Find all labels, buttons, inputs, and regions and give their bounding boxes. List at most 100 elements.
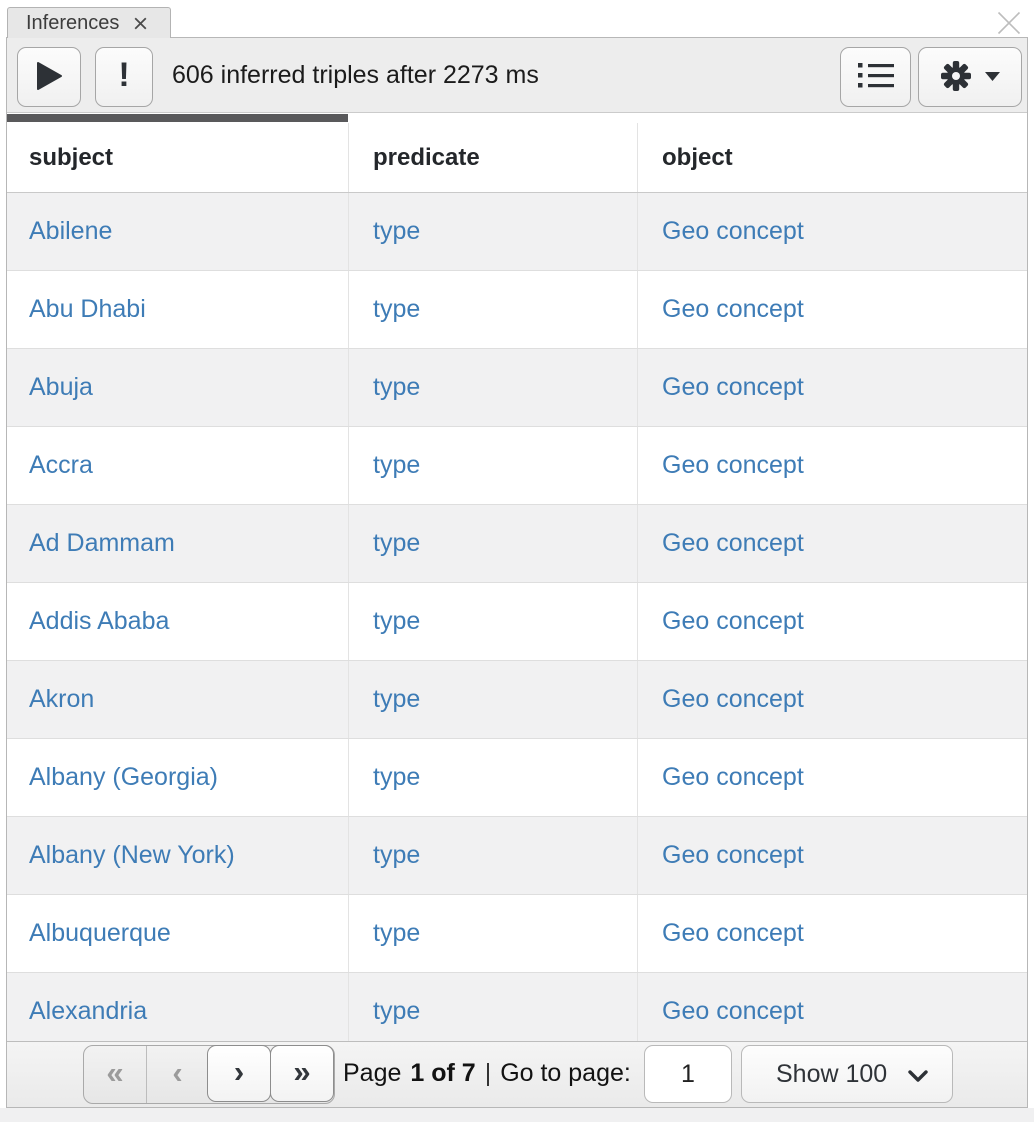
first-page-button[interactable]: « [84,1046,146,1103]
object-link[interactable]: Geo concept [662,529,804,558]
subject-cell: Accra [7,427,348,504]
object-link[interactable]: Geo concept [662,451,804,480]
predicate-cell: type [348,739,637,816]
object-cell: Geo concept [637,817,1027,894]
pagination-bar: « ‹ › » Page 1 of 7 | Go to page: Show 1… [7,1041,1027,1107]
subject-link[interactable]: Abu Dhabi [29,295,146,324]
predicate-cell: type [348,193,637,270]
object-cell: Geo concept [637,271,1027,348]
object-cell: Geo concept [637,895,1027,972]
object-link[interactable]: Geo concept [662,997,804,1026]
goto-page-input[interactable] [644,1045,732,1103]
subject-link[interactable]: Akron [29,685,94,714]
column-header-subject: subject [7,123,348,192]
subject-cell: Addis Ababa [7,583,348,660]
predicate-link[interactable]: type [373,451,420,480]
subject-link[interactable]: Albuquerque [29,919,171,948]
table-row: Albany (New York) type Geo concept [7,817,1027,895]
table-row: Abuja type Geo concept [7,349,1027,427]
predicate-cell: type [348,973,637,1050]
predicate-link[interactable]: type [373,529,420,558]
predicate-cell: type [348,271,637,348]
object-link[interactable]: Geo concept [662,607,804,636]
object-link[interactable]: Geo concept [662,919,804,948]
results-list-button[interactable] [840,47,911,107]
next-page-button[interactable]: › [207,1045,271,1102]
prev-page-button[interactable]: ‹ [146,1046,208,1103]
subject-cell: Albany (New York) [7,817,348,894]
settings-button[interactable] [918,47,1022,107]
scrollbar-thumb[interactable] [7,114,348,122]
table-row: Albuquerque type Geo concept [7,895,1027,973]
object-cell: Geo concept [637,973,1027,1050]
table-header: subject predicate object [7,123,1027,193]
subject-cell: Alexandria [7,973,348,1050]
predicate-link[interactable]: type [373,217,420,246]
close-icon[interactable] [994,8,1024,38]
object-link[interactable]: Geo concept [662,841,804,870]
subject-link[interactable]: Addis Ababa [29,607,169,636]
predicate-cell: type [348,661,637,738]
predicate-cell: type [348,583,637,660]
subject-cell: Albany (Georgia) [7,739,348,816]
tab-close-icon[interactable] [133,16,148,31]
object-link[interactable]: Geo concept [662,373,804,402]
inferences-panel: ! 606 inferred triples after 2273 ms [6,37,1028,1108]
subject-link[interactable]: Accra [29,451,93,480]
chevron-down-icon [985,70,1000,85]
pager-button-group: « ‹ › » [83,1045,335,1104]
object-cell: Geo concept [637,739,1027,816]
table-row: Abu Dhabi type Geo concept [7,271,1027,349]
explain-button[interactable]: ! [95,47,153,107]
subject-cell: Ad Dammam [7,505,348,582]
predicate-cell: type [348,349,637,426]
tab-label: Inferences [26,12,119,35]
subject-link[interactable]: Alexandria [29,997,147,1026]
table-row: Alexandria type Geo concept [7,973,1027,1051]
table-body: Abilene type Geo concept Abu Dhabi type … [7,193,1027,1051]
object-link[interactable]: Geo concept [662,763,804,792]
subject-cell: Abilene [7,193,348,270]
subject-link[interactable]: Albany (New York) [29,841,235,870]
predicate-link[interactable]: type [373,607,420,636]
table-row: Ad Dammam type Geo concept [7,505,1027,583]
object-cell: Geo concept [637,661,1027,738]
page-value: 1 of 7 [410,1059,475,1088]
predicate-link[interactable]: type [373,685,420,714]
predicate-cell: type [348,895,637,972]
predicate-link[interactable]: type [373,919,420,948]
object-link[interactable]: Geo concept [662,295,804,324]
predicate-link[interactable]: type [373,997,420,1026]
subject-link[interactable]: Abuja [29,373,93,402]
run-inference-button[interactable] [17,47,81,107]
list-icon [858,62,894,92]
predicate-link[interactable]: type [373,841,420,870]
table-row: Addis Ababa type Geo concept [7,583,1027,661]
subject-cell: Abu Dhabi [7,271,348,348]
page-label: Page [343,1059,401,1088]
column-header-predicate: predicate [348,123,637,192]
object-link[interactable]: Geo concept [662,217,804,246]
last-page-button[interactable]: » [270,1045,334,1102]
play-icon [35,61,63,94]
tab-inferences[interactable]: Inferences [7,7,171,38]
table-row: Accra type Geo concept [7,427,1027,505]
separator: | [485,1059,492,1088]
status-text: 606 inferred triples after 2273 ms [172,38,539,113]
column-header-object: object [637,123,1027,192]
toolbar: ! 606 inferred triples after 2273 ms [7,38,1027,113]
predicate-cell: type [348,817,637,894]
subject-cell: Abuja [7,349,348,426]
goto-page-label: Go to page: [500,1059,631,1088]
gear-icon [940,60,972,95]
predicate-link[interactable]: type [373,763,420,792]
page-size-select[interactable]: Show 100 [741,1045,953,1103]
object-link[interactable]: Geo concept [662,685,804,714]
predicate-link[interactable]: type [373,295,420,324]
predicate-link[interactable]: type [373,373,420,402]
object-cell: Geo concept [637,193,1027,270]
subject-link[interactable]: Abilene [29,217,112,246]
subject-link[interactable]: Ad Dammam [29,529,175,558]
chevron-down-icon [908,1060,928,1089]
subject-link[interactable]: Albany (Georgia) [29,763,218,792]
